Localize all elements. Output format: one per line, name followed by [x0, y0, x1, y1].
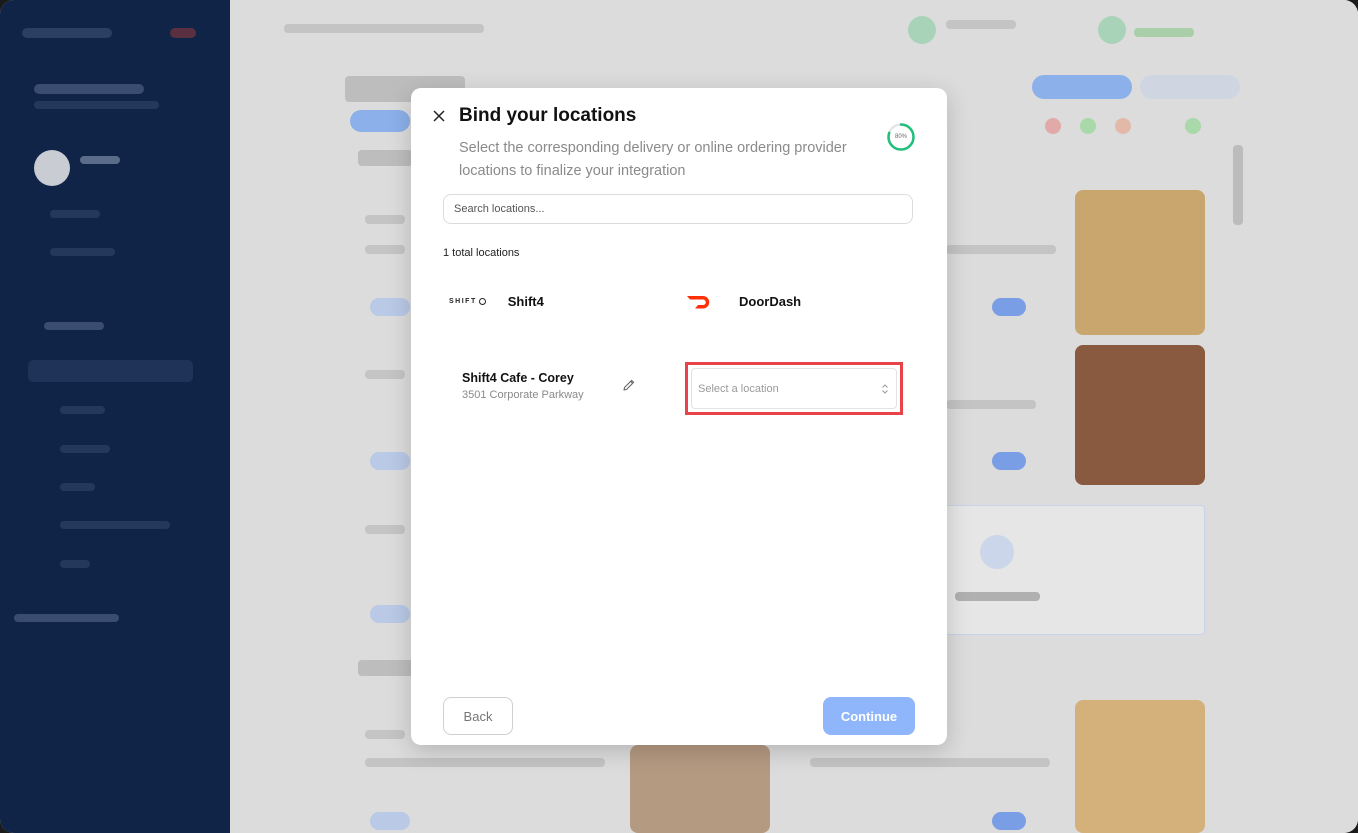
doordash-location-select[interactable]: Select a location: [691, 368, 897, 409]
provider-name-doordash: DoorDash: [739, 293, 802, 309]
app-window: Bind your locations Select the correspon…: [0, 0, 1358, 833]
shift4-logo: SHIFT: [449, 298, 486, 305]
modal-title: Bind your locations: [459, 105, 637, 126]
close-icon: [433, 110, 445, 122]
back-button[interactable]: Back: [443, 697, 513, 735]
search-input[interactable]: [443, 194, 913, 224]
location-name: Shift4 Cafe - Corey: [462, 371, 574, 385]
location-select-highlight: Select a location: [685, 362, 903, 415]
provider-doordash: DoorDash: [686, 292, 801, 310]
doordash-logo-icon: [687, 296, 710, 309]
progress-label: 80%: [894, 134, 907, 140]
continue-button[interactable]: Continue: [823, 697, 915, 735]
progress-ring: 80%: [886, 122, 916, 152]
location-address: 3501 Corporate Parkway: [462, 389, 584, 401]
total-locations-count: 1 total locations: [443, 247, 520, 259]
bind-locations-modal: Bind your locations Select the correspon…: [411, 88, 947, 745]
modal-subtitle: Select the corresponding delivery or onl…: [459, 140, 847, 179]
chevron-up-down-icon: [882, 383, 888, 394]
select-placeholder: Select a location: [698, 382, 779, 395]
provider-name-shift4: Shift4: [507, 294, 544, 309]
pencil-icon: [623, 379, 635, 391]
provider-shift4: SHIFT Shift4: [449, 294, 544, 309]
background-sidebar: [0, 0, 230, 833]
edit-location-button[interactable]: [622, 378, 638, 394]
close-button[interactable]: [429, 106, 449, 126]
